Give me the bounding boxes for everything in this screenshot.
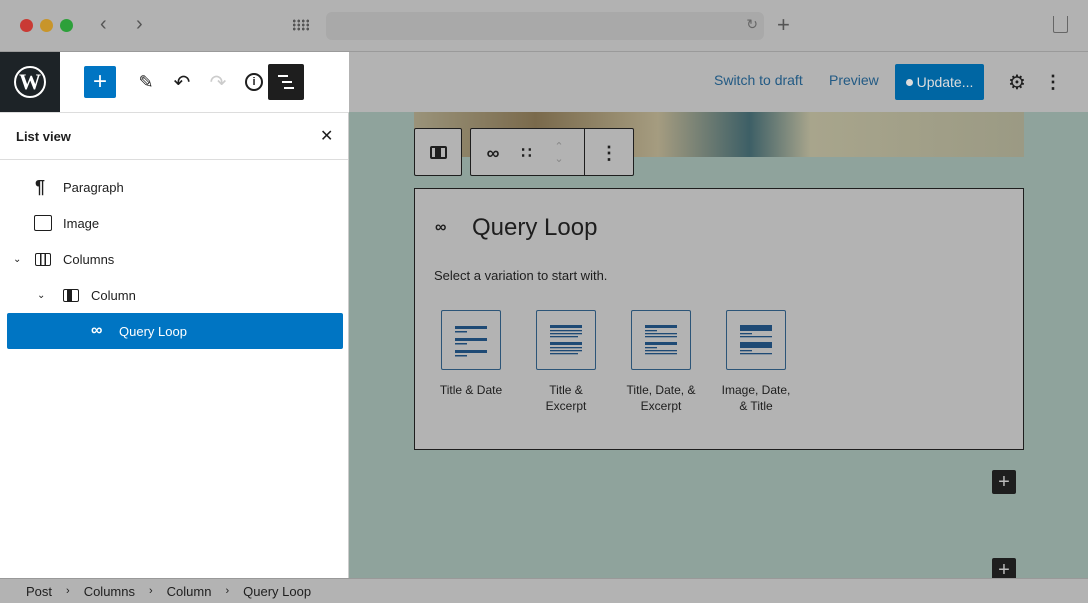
image-date-title-icon bbox=[726, 310, 786, 370]
add-block-end-button[interactable]: + bbox=[992, 558, 1016, 578]
list-item-label: Paragraph bbox=[63, 179, 124, 195]
address-bar[interactable]: ↻ bbox=[326, 12, 764, 40]
close-window-button[interactable] bbox=[20, 19, 33, 32]
close-list-view-button[interactable]: ✕ bbox=[320, 126, 333, 146]
breadcrumb-item[interactable]: Columns bbox=[84, 584, 135, 599]
minimize-window-button[interactable] bbox=[40, 19, 53, 32]
list-view-panel: List view ✕ ¶ Paragraph Image ⌄ Columns … bbox=[0, 112, 349, 578]
reload-icon[interactable]: ↻ bbox=[746, 16, 758, 33]
variation-label: Excerpt bbox=[640, 399, 682, 413]
add-block-button[interactable]: + bbox=[84, 66, 116, 98]
placeholder-instruction: Select a variation to start with. bbox=[434, 268, 608, 283]
title-date-excerpt-icon bbox=[631, 310, 691, 370]
back-icon[interactable]: ‹ bbox=[100, 13, 107, 36]
breadcrumb-item[interactable]: Post bbox=[26, 584, 52, 599]
list-item-query-loop[interactable]: ∞ Query Loop bbox=[7, 313, 343, 349]
paragraph-icon: ¶ bbox=[35, 176, 46, 197]
placeholder-title: Query Loop bbox=[472, 214, 598, 241]
list-item-image[interactable]: Image bbox=[7, 205, 343, 241]
variation-label: Title, Date, & bbox=[626, 383, 696, 397]
add-block-inline-button[interactable]: + bbox=[992, 470, 1016, 494]
update-button[interactable]: Update... bbox=[895, 64, 984, 100]
list-item-column[interactable]: ⌄ Column bbox=[7, 277, 343, 313]
chevron-right-icon: › bbox=[148, 585, 153, 597]
tools-pencil-icon[interactable]: ✎ bbox=[130, 66, 162, 98]
loop-icon: ∞ bbox=[91, 322, 103, 339]
loop-icon: ∞ bbox=[435, 219, 447, 236]
drag-handle-icon[interactable]: ∷ bbox=[511, 139, 539, 167]
list-item-label: Image bbox=[63, 215, 100, 231]
parent-block-selector[interactable] bbox=[414, 128, 462, 176]
list-view-title: List view bbox=[16, 129, 71, 144]
variation-image-date-title[interactable]: Image, Date, & Title bbox=[708, 310, 804, 414]
wordpress-logo[interactable]: W bbox=[0, 52, 60, 112]
editor-toolbar: W + ✎ ↶ ↷ i Switch to draft Preview Upda… bbox=[0, 52, 1088, 112]
preview-button[interactable]: Preview bbox=[829, 72, 879, 88]
variation-label: Title & bbox=[549, 383, 583, 397]
share-icon[interactable] bbox=[1053, 16, 1068, 33]
redo-icon[interactable]: ↷ bbox=[202, 66, 234, 98]
forward-icon[interactable]: › bbox=[136, 13, 143, 36]
new-tab-icon[interactable]: + bbox=[777, 12, 790, 38]
chevron-down-icon[interactable]: ⌄ bbox=[37, 290, 45, 301]
block-toolbar: ∞ ∷ ⌃ ⌄ ⋮ bbox=[470, 128, 634, 176]
loop-icon[interactable]: ∞ bbox=[479, 139, 507, 167]
columns-icon bbox=[35, 252, 51, 266]
move-arrows[interactable]: ⌃ ⌄ bbox=[545, 135, 573, 171]
status-dot-icon bbox=[905, 78, 913, 86]
block-options-icon[interactable]: ⋮ bbox=[595, 139, 623, 167]
chevron-down-icon[interactable]: ⌄ bbox=[13, 254, 21, 265]
grid-icon[interactable] bbox=[292, 19, 310, 31]
update-label: Update... bbox=[916, 74, 974, 90]
chevron-right-icon: › bbox=[66, 585, 70, 597]
browser-chrome: ‹ › ↻ + bbox=[0, 0, 1088, 52]
variation-title-excerpt[interactable]: Title & Excerpt bbox=[518, 310, 614, 414]
breadcrumb: Post › Columns › Column › Query Loop bbox=[0, 578, 1088, 603]
title-excerpt-icon bbox=[536, 310, 596, 370]
variation-label: Title & Date bbox=[439, 383, 503, 397]
variation-title-date-excerpt[interactable]: Title, Date, & Excerpt bbox=[613, 310, 709, 414]
move-down-icon[interactable]: ⌄ bbox=[554, 153, 563, 165]
variation-title-date[interactable]: Title & Date bbox=[423, 310, 519, 398]
breadcrumb-item: Query Loop bbox=[243, 583, 312, 599]
column-icon bbox=[430, 146, 447, 159]
variation-label: & Title bbox=[739, 399, 773, 413]
list-view-toggle[interactable] bbox=[268, 64, 304, 100]
move-up-icon[interactable]: ⌃ bbox=[554, 141, 563, 153]
query-loop-placeholder: ∞ Query Loop Select a variation to start… bbox=[414, 188, 1024, 450]
list-item-label: Column bbox=[91, 287, 136, 303]
chevron-right-icon: › bbox=[225, 585, 230, 597]
details-info-icon[interactable]: i bbox=[238, 66, 270, 98]
editor-canvas: ∞ ∷ ⌃ ⌄ ⋮ ∞ Query Loop Select a variatio… bbox=[349, 112, 1088, 578]
switch-to-draft-button[interactable]: Switch to draft bbox=[714, 72, 803, 88]
settings-gear-icon[interactable]: ⚙ bbox=[1005, 70, 1029, 94]
list-item-columns[interactable]: ⌄ Columns bbox=[7, 241, 343, 277]
maximize-window-button[interactable] bbox=[60, 19, 73, 32]
column-icon bbox=[63, 288, 79, 302]
image-icon bbox=[34, 215, 52, 231]
title-date-icon bbox=[441, 310, 501, 370]
variation-label: Image, Date, bbox=[721, 383, 791, 397]
options-more-icon[interactable]: ⋮ bbox=[1041, 70, 1065, 94]
list-item-label: Columns bbox=[63, 251, 115, 267]
undo-icon[interactable]: ↶ bbox=[166, 66, 198, 98]
variation-label: Excerpt bbox=[545, 399, 587, 413]
wordpress-icon: W bbox=[14, 66, 46, 98]
list-item-label: Query Loop bbox=[119, 323, 187, 339]
breadcrumb-item[interactable]: Column bbox=[167, 584, 212, 599]
list-item-paragraph[interactable]: ¶ Paragraph bbox=[7, 169, 343, 205]
